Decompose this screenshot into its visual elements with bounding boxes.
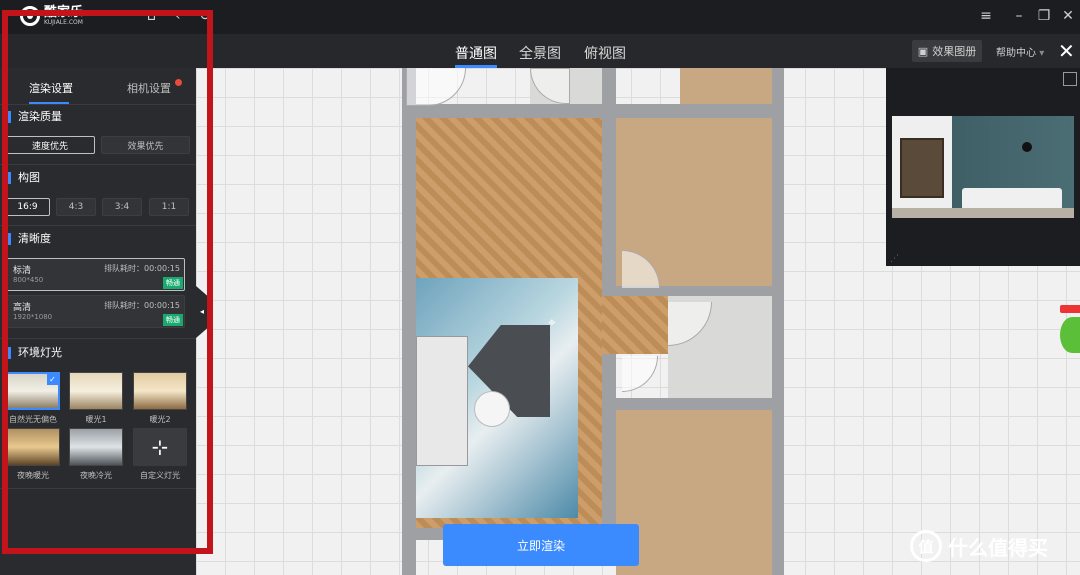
status-badge: 畅通 — [163, 314, 183, 326]
chevron-left-icon: ◂ — [199, 307, 204, 316]
ratio-16-9-option[interactable]: 16:9 — [5, 198, 50, 216]
lighting-label: 自定义灯光 — [140, 471, 180, 480]
divider — [0, 104, 196, 105]
clarity-name: 高清 — [13, 303, 32, 313]
divider — [0, 338, 196, 339]
clarity-size: 1920*1080 — [13, 313, 53, 321]
lighting-label: 暖光2 — [149, 415, 171, 424]
render-now-button[interactable]: 立即渲染 — [443, 524, 639, 566]
notification-dot — [175, 79, 182, 86]
wall — [616, 398, 784, 410]
section-title-quality: 渲染质量 — [8, 111, 62, 123]
lighting-warm1-option[interactable] — [69, 372, 123, 410]
app-window: 酷家乐 KUJIALE.COM ⌂ ‹ ↻ ≡ – ❐ ✕ 普通图 全景图 俯视… — [0, 0, 1080, 575]
room-top[interactable] — [680, 68, 772, 104]
section-title-lighting: 环境灯光 — [8, 347, 62, 359]
clarity-hd-option[interactable]: 高清 1920*1080 排队耗时：00:00:15 畅通 — [6, 295, 185, 328]
help-label: 帮助中心 — [996, 48, 1036, 59]
app-logo[interactable]: 酷家乐 KUJIALE.COM — [20, 6, 83, 26]
tab-normal-view[interactable]: 普通图 — [455, 43, 497, 63]
window-close-icon[interactable]: ✕ — [1058, 6, 1078, 26]
room-corridor[interactable] — [602, 296, 668, 354]
watermark-text: 什么值得买 — [948, 535, 1048, 560]
room-bedroom-2[interactable] — [616, 410, 772, 575]
tab-panorama-view[interactable]: 全景图 — [519, 43, 561, 63]
tab-top-view[interactable]: 俯视图 — [584, 43, 626, 63]
coffee-table[interactable] — [474, 391, 510, 427]
lighting-label: 夜晚暖光 — [17, 471, 49, 480]
wall — [772, 68, 784, 575]
ratio-3-4-option[interactable]: 3:4 — [102, 198, 142, 216]
render-settings-panel: 渲染设置 相机设置 渲染质量 速度优先 效果优先 构图 16:9 4:3 3:4… — [0, 68, 196, 575]
ratio-4-3-option[interactable]: 4:3 — [56, 198, 96, 216]
sofa — [962, 188, 1062, 210]
lighting-warm2-option[interactable] — [133, 372, 187, 410]
back-icon[interactable]: ‹ — [175, 8, 181, 24]
gallery-label: 效果图册 — [932, 45, 977, 58]
restore-icon[interactable]: ❐ — [1034, 6, 1054, 26]
refresh-icon[interactable]: ↻ — [199, 8, 211, 24]
check-icon: ✓ — [47, 374, 58, 385]
preview-image[interactable] — [892, 116, 1074, 218]
view-toolbar: 普通图 全景图 俯视图 ▣ 效果图册 帮助中心 ▾ ✕ — [0, 34, 1080, 68]
lighting-natural-option[interactable]: ✓ — [6, 372, 60, 410]
camera-icon[interactable]: ⌖ — [548, 315, 556, 331]
chevron-down-icon: ▾ — [1039, 48, 1045, 59]
lighting-label: 自然光无偏色 — [9, 415, 57, 424]
close-render-icon[interactable]: ✕ — [1058, 41, 1075, 61]
window-frame — [900, 138, 944, 198]
section-title-clarity: 清晰度 — [8, 233, 51, 245]
queue-time: 排队耗时：00:00:15 — [104, 264, 180, 273]
lighting-label: 暖光1 — [85, 415, 107, 424]
sofa[interactable] — [416, 336, 468, 466]
queue-time: 排队耗时：00:00:15 — [104, 301, 180, 310]
clarity-size: 800*450 — [13, 276, 44, 284]
divider — [0, 164, 196, 165]
help-center-dropdown[interactable]: 帮助中心 ▾ — [996, 44, 1044, 59]
lighting-custom-option[interactable]: ⊹ — [133, 428, 187, 466]
lighting-label: 夜晚冷光 — [80, 471, 112, 480]
site-watermark: 值 什么值得买 — [910, 530, 1048, 562]
lighting-night-cool-option[interactable] — [69, 428, 123, 466]
status-badge: 畅通 — [163, 277, 183, 289]
wall-clock — [1022, 142, 1032, 152]
tab-camera-settings[interactable]: 相机设置 — [127, 80, 171, 96]
logo-domain: KUJIALE.COM — [44, 19, 83, 26]
assistant-icon[interactable] — [1060, 305, 1080, 365]
quality-effect-option[interactable]: 效果优先 — [101, 136, 190, 154]
add-icon: ⊹ — [151, 435, 169, 459]
title-bar: 酷家乐 KUJIALE.COM ⌂ ‹ ↻ ≡ – ❐ ✕ — [0, 0, 1080, 34]
gallery-button[interactable]: ▣ 效果图册 — [912, 40, 982, 62]
divider — [0, 488, 196, 489]
menu-icon[interactable]: ≡ — [976, 6, 996, 26]
tab-render-settings[interactable]: 渲染设置 — [29, 80, 73, 96]
logo-icon — [20, 6, 40, 26]
minimize-icon[interactable]: – — [1009, 6, 1029, 26]
divider — [0, 225, 196, 226]
quality-speed-option[interactable]: 速度优先 — [5, 136, 95, 154]
lighting-night-warm-option[interactable] — [6, 428, 60, 466]
ratio-1-1-option[interactable]: 1:1 — [149, 198, 189, 216]
toggle-preview-icon[interactable] — [1063, 72, 1077, 86]
render-preview-panel: ⋰ — [886, 68, 1080, 266]
resize-icon[interactable]: ⋰ — [890, 254, 899, 264]
clarity-sd-option[interactable]: 标清 800*450 排队耗时：00:00:15 畅通 — [6, 258, 185, 291]
watermark-logo: 值 — [910, 530, 942, 562]
wall — [402, 104, 784, 118]
home-icon[interactable]: ⌂ — [147, 8, 156, 24]
clarity-name: 标清 — [13, 266, 32, 276]
section-title-composition: 构图 — [8, 172, 40, 184]
image-icon: ▣ — [917, 44, 929, 58]
wall — [402, 68, 416, 575]
logo-name: 酷家乐 — [44, 5, 84, 20]
